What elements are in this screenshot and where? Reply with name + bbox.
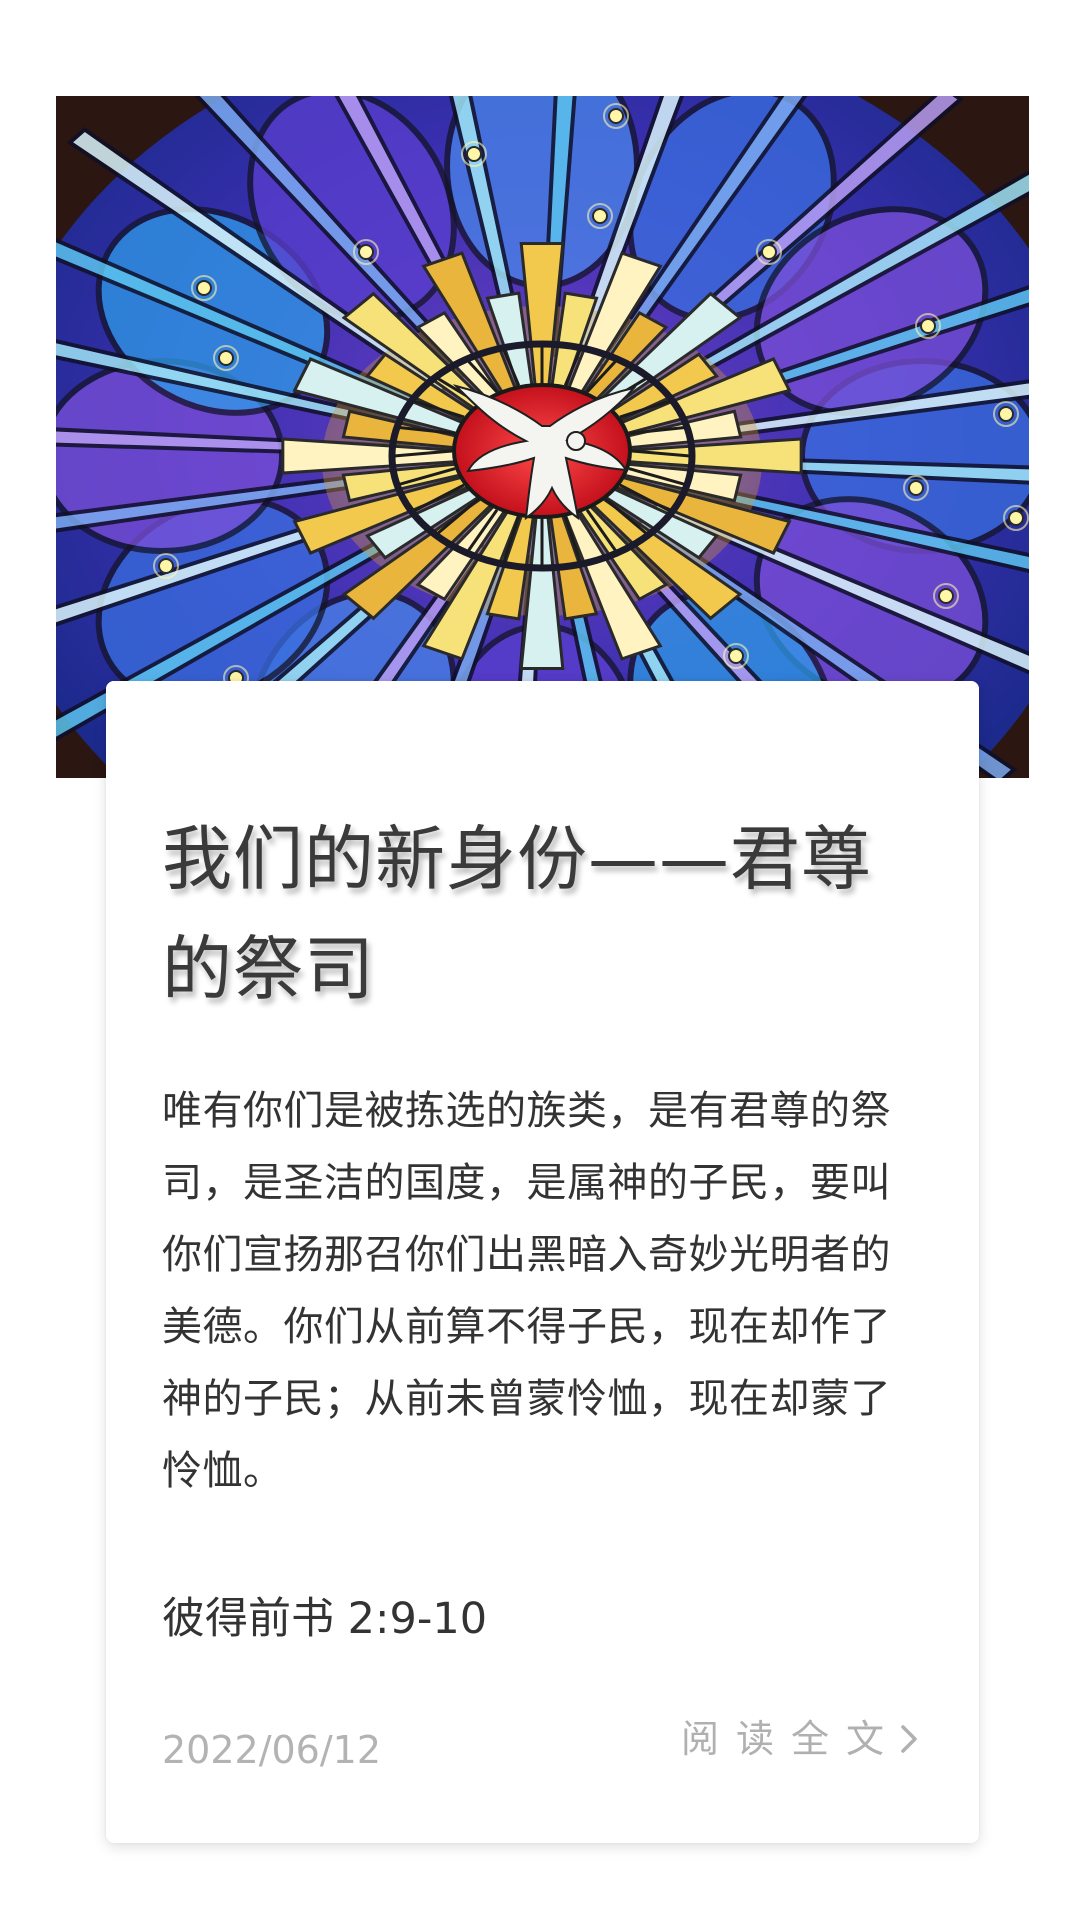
stained-glass-dove-image xyxy=(56,96,1029,778)
card-top-fade xyxy=(106,681,979,779)
article-title[interactable]: 我们的新身份——君尊的祭司 xyxy=(162,804,902,1024)
read-more-link[interactable]: 阅读全文 xyxy=(681,1714,923,1764)
article-card[interactable]: 我们的新身份——君尊的祭司 唯有你们是被拣选的族类，是有君尊的祭司，是圣洁的国度… xyxy=(106,681,979,1843)
read-more-label: 阅读全文 xyxy=(680,1717,901,1761)
hero-image xyxy=(56,96,1029,778)
chevron-right-icon xyxy=(901,1725,917,1753)
article-excerpt: 唯有你们是被拣选的族类，是有君尊的祭司，是圣洁的国度，是属神的子民，要叫你们宣扬… xyxy=(162,1088,891,1494)
scripture-reference: 彼得前书 2:9-10 xyxy=(162,1594,488,1644)
publish-date: 2022/06/12 xyxy=(162,1728,382,1772)
